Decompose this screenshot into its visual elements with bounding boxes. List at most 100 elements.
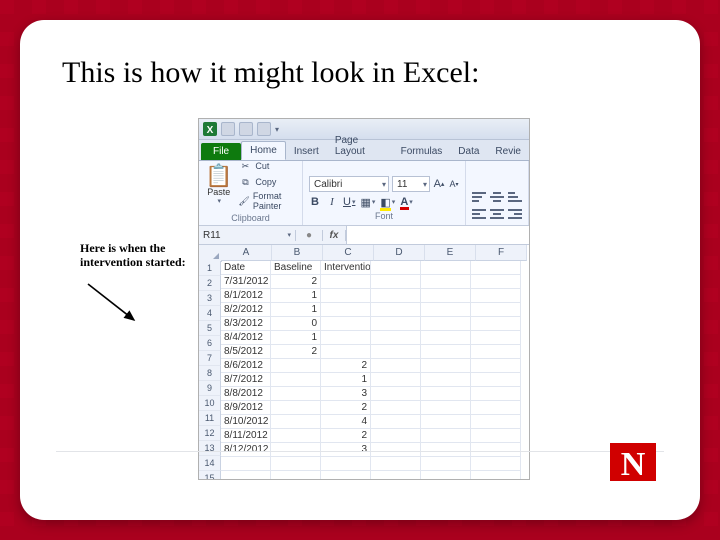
cell[interactable] xyxy=(221,457,271,471)
align-middle-button[interactable] xyxy=(490,190,504,204)
cell[interactable]: 0 xyxy=(271,317,321,331)
cell[interactable]: 1 xyxy=(271,331,321,345)
column-header[interactable]: D xyxy=(374,245,425,261)
align-right-button[interactable] xyxy=(508,207,522,221)
cell[interactable]: 2 xyxy=(321,359,371,373)
align-center-button[interactable] xyxy=(490,207,504,221)
cell[interactable] xyxy=(371,373,421,387)
qat-save-icon[interactable] xyxy=(221,122,235,136)
name-box[interactable]: R11 ▾ xyxy=(199,230,296,241)
row-header[interactable]: 7 xyxy=(199,351,221,366)
align-top-button[interactable] xyxy=(472,190,486,204)
cell[interactable] xyxy=(271,401,321,415)
font-color-button[interactable]: A▾ xyxy=(400,195,412,209)
column-header[interactable]: C xyxy=(323,245,374,261)
cell[interactable] xyxy=(471,471,521,480)
cell[interactable] xyxy=(421,373,471,387)
cell[interactable] xyxy=(421,275,471,289)
cell[interactable] xyxy=(421,429,471,443)
cell[interactable] xyxy=(471,275,521,289)
worksheet-grid[interactable]: ABCDEF 1234567891011121314151617 DateBas… xyxy=(199,245,529,480)
paste-dropdown-icon[interactable]: ▾ xyxy=(217,197,221,205)
decrease-font-icon[interactable]: A▾ xyxy=(448,177,460,191)
font-size-select[interactable]: 11 xyxy=(392,176,430,192)
cell[interactable] xyxy=(421,401,471,415)
cell[interactable] xyxy=(271,429,321,443)
cell[interactable] xyxy=(371,317,421,331)
insert-function-button[interactable]: fx xyxy=(323,230,346,241)
border-button[interactable]: ▦▾ xyxy=(360,195,375,209)
cell[interactable] xyxy=(321,331,371,345)
align-left-button[interactable] xyxy=(472,207,486,221)
row-header[interactable]: 3 xyxy=(199,291,221,306)
row-header[interactable]: 13 xyxy=(199,441,221,456)
cell[interactable] xyxy=(471,373,521,387)
cell[interactable] xyxy=(271,373,321,387)
cell[interactable]: 3 xyxy=(321,387,371,401)
cell[interactable] xyxy=(371,261,421,275)
row-header[interactable]: 15 xyxy=(199,471,221,480)
cell[interactable]: 1 xyxy=(271,289,321,303)
cell[interactable] xyxy=(471,387,521,401)
cell[interactable]: 2 xyxy=(271,345,321,359)
cell[interactable]: 2 xyxy=(321,429,371,443)
cell[interactable] xyxy=(371,303,421,317)
cell[interactable] xyxy=(471,317,521,331)
cell[interactable]: 8/11/2012 xyxy=(221,429,271,443)
cell[interactable] xyxy=(371,275,421,289)
cell[interactable]: 1 xyxy=(321,373,371,387)
cell[interactable]: 7/31/2012 xyxy=(221,275,271,289)
cell[interactable]: 8/7/2012 xyxy=(221,373,271,387)
cell[interactable] xyxy=(471,415,521,429)
cell[interactable] xyxy=(321,275,371,289)
qat-undo-icon[interactable] xyxy=(239,122,253,136)
cell[interactable] xyxy=(271,443,321,457)
cell[interactable]: 8/6/2012 xyxy=(221,359,271,373)
cell[interactable]: Intervention 1 xyxy=(321,261,371,275)
cell[interactable] xyxy=(371,289,421,303)
cell[interactable] xyxy=(271,457,321,471)
cell[interactable]: 3 xyxy=(321,443,371,457)
cell[interactable] xyxy=(321,317,371,331)
name-box-dropdown-icon[interactable]: ▾ xyxy=(287,231,291,239)
cell[interactable]: 8/12/2012 xyxy=(221,443,271,457)
cell[interactable] xyxy=(371,415,421,429)
row-header[interactable]: 4 xyxy=(199,306,221,321)
cell[interactable] xyxy=(321,303,371,317)
cell[interactable] xyxy=(371,471,421,480)
cell[interactable] xyxy=(471,345,521,359)
cell[interactable] xyxy=(421,345,471,359)
cell[interactable] xyxy=(321,345,371,359)
cell[interactable] xyxy=(421,317,471,331)
format-painter-button[interactable]: 🖌Format Painter xyxy=(238,191,298,211)
cell[interactable]: 8/8/2012 xyxy=(221,387,271,401)
cell[interactable] xyxy=(371,359,421,373)
cell[interactable] xyxy=(471,331,521,345)
qat-redo-icon[interactable] xyxy=(257,122,271,136)
cell[interactable] xyxy=(421,303,471,317)
row-header[interactable]: 6 xyxy=(199,336,221,351)
cell[interactable] xyxy=(421,457,471,471)
cell[interactable]: 8/1/2012 xyxy=(221,289,271,303)
row-header[interactable]: 12 xyxy=(199,426,221,441)
cell[interactable] xyxy=(471,359,521,373)
select-all-corner[interactable] xyxy=(199,245,222,262)
copy-button[interactable]: ⧉Copy xyxy=(238,175,298,189)
cell[interactable] xyxy=(321,289,371,303)
tab-file[interactable]: File xyxy=(201,143,241,160)
tab-page-layout[interactable]: Page Layout xyxy=(327,132,393,160)
cells-area[interactable]: DateBaselineIntervention 17/31/201228/1/… xyxy=(221,261,521,480)
cell[interactable]: 8/10/2012 xyxy=(221,415,271,429)
cell[interactable] xyxy=(471,429,521,443)
column-header[interactable]: A xyxy=(221,245,272,261)
cell[interactable] xyxy=(321,471,371,480)
cell[interactable] xyxy=(271,415,321,429)
cell[interactable] xyxy=(471,261,521,275)
cell[interactable] xyxy=(321,457,371,471)
cell[interactable] xyxy=(421,443,471,457)
cell[interactable] xyxy=(421,471,471,480)
increase-font-icon[interactable]: A▴ xyxy=(433,177,445,191)
align-bottom-button[interactable] xyxy=(508,190,522,204)
tab-formulas[interactable]: Formulas xyxy=(393,143,451,160)
cell[interactable] xyxy=(271,471,321,480)
